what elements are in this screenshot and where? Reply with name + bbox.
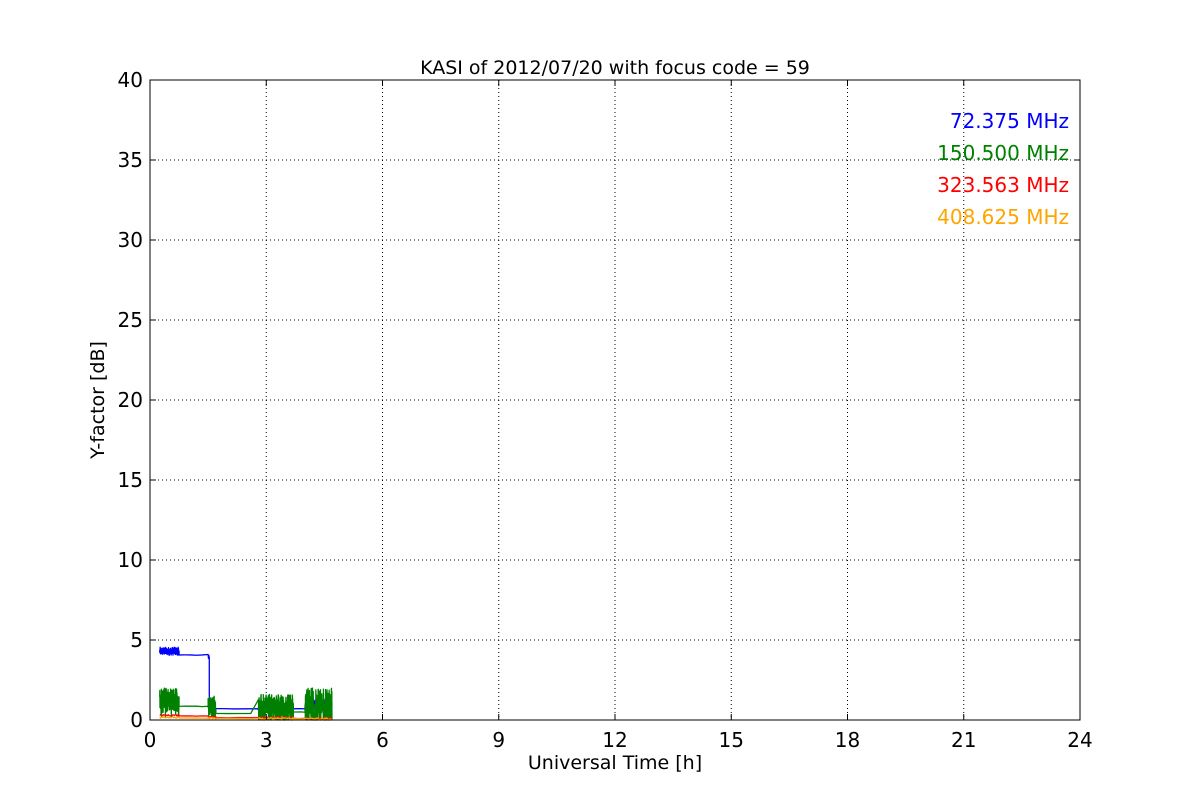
y-tick-label: 15 [118, 468, 143, 492]
x-axis-label: Universal Time [h] [528, 752, 702, 774]
chart-title: KASI of 2012/07/20 with focus code = 59 [420, 57, 810, 79]
y-axis-label: Y-factor [dB] [87, 341, 109, 460]
y-tick-label: 5 [130, 628, 143, 652]
x-tick-label: 0 [144, 728, 157, 752]
x-tick-label: 15 [719, 728, 744, 752]
x-tick-label: 12 [602, 728, 627, 752]
y-tick-label: 0 [130, 708, 143, 732]
y-tick-label: 25 [118, 308, 143, 332]
legend-entry: 72.375 MHz [950, 109, 1069, 133]
x-tick-label: 6 [376, 728, 389, 752]
y-tick-label: 10 [118, 548, 143, 572]
y-tick-label: 40 [118, 68, 143, 92]
x-tick-label: 18 [835, 728, 860, 752]
y-tick-label: 20 [118, 388, 143, 412]
x-tick-label: 9 [492, 728, 505, 752]
chart-svg: 0 3 6 9 12 15 18 21 24 0 5 10 15 20 25 30 35 40 KASI of 2… [0, 0, 1200, 800]
x-tick-label: 3 [260, 728, 273, 752]
legend-entry: 150.500 MHz [937, 141, 1069, 165]
x-tick-label: 24 [1067, 728, 1092, 752]
x-tick-label: 21 [951, 728, 976, 752]
y-tick-label: 30 [118, 228, 143, 252]
legend-entry: 323.563 MHz [937, 173, 1069, 197]
chart-figure: 0 3 6 9 12 15 18 21 24 0 5 10 15 20 25 30 35 40 KASI of 2… [0, 0, 1200, 800]
legend-entry: 408.625 MHz [937, 205, 1069, 229]
y-tick-label: 35 [118, 148, 143, 172]
